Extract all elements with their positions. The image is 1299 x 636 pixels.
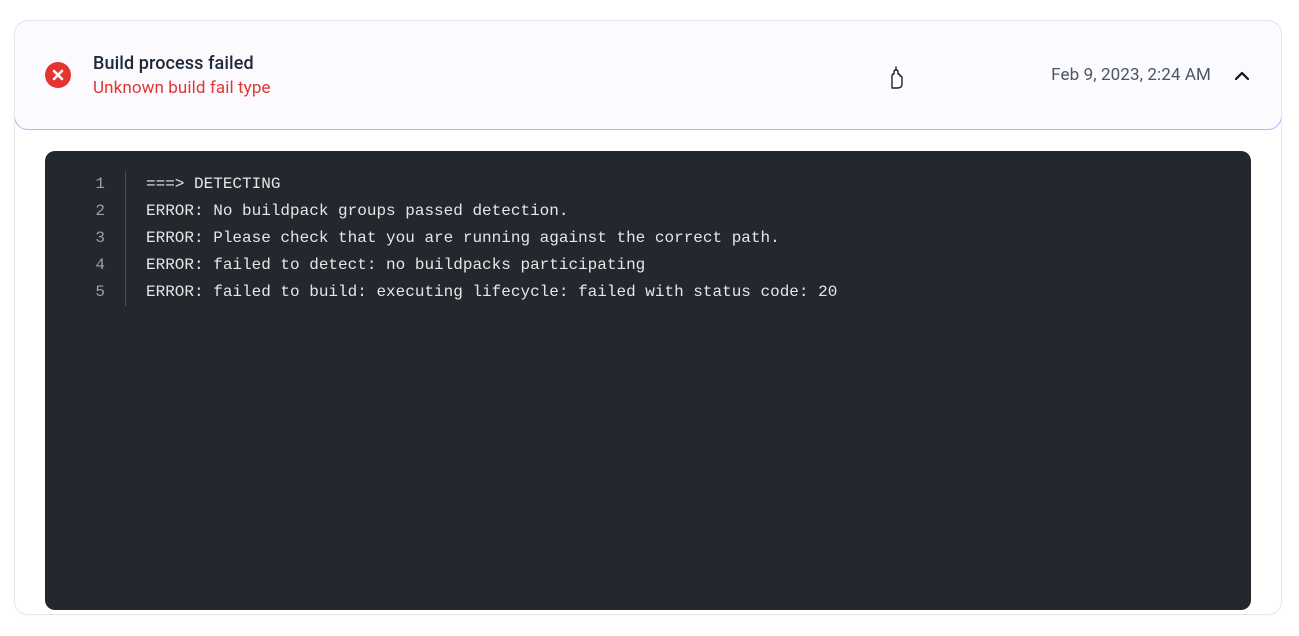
header-texts: Build process failed Unknown build fail … <box>93 53 271 98</box>
log-line-number: 4 <box>45 252 125 279</box>
log-line-content: ERROR: failed to build: executing lifecy… <box>126 279 837 306</box>
log-line: 4 ERROR: failed to detect: no buildpacks… <box>45 252 1251 279</box>
log-line-content: ERROR: No buildpack groups passed detect… <box>126 198 568 225</box>
build-timestamp: Feb 9, 2023, 2:24 AM <box>1051 65 1211 85</box>
log-line: 5 ERROR: failed to build: executing life… <box>45 279 1251 306</box>
log-line-content: ERROR: Please check that you are running… <box>126 225 780 252</box>
log-line: 2 ERROR: No buildpack groups passed dete… <box>45 198 1251 225</box>
log-line-number: 2 <box>45 198 125 225</box>
build-status-header[interactable]: Build process failed Unknown build fail … <box>14 20 1282 130</box>
chevron-up-icon[interactable] <box>1233 66 1251 84</box>
build-status-card: Build process failed Unknown build fail … <box>14 20 1282 615</box>
log-line-content: ===> DETECTING <box>126 171 280 198</box>
error-icon <box>45 62 71 88</box>
build-log-panel: 1 ===> DETECTING 2 ERROR: No buildpack g… <box>45 151 1251 610</box>
log-line-number: 3 <box>45 225 125 252</box>
log-line: 1 ===> DETECTING <box>45 171 1251 198</box>
log-line-content: ERROR: failed to detect: no buildpacks p… <box>126 252 645 279</box>
build-status-subtitle: Unknown build fail type <box>93 78 271 98</box>
header-right: Feb 9, 2023, 2:24 AM <box>1051 65 1251 85</box>
build-status-title: Build process failed <box>93 53 271 74</box>
log-line-number: 5 <box>45 279 125 306</box>
log-line-number: 1 <box>45 171 125 198</box>
log-line: 3 ERROR: Please check that you are runni… <box>45 225 1251 252</box>
